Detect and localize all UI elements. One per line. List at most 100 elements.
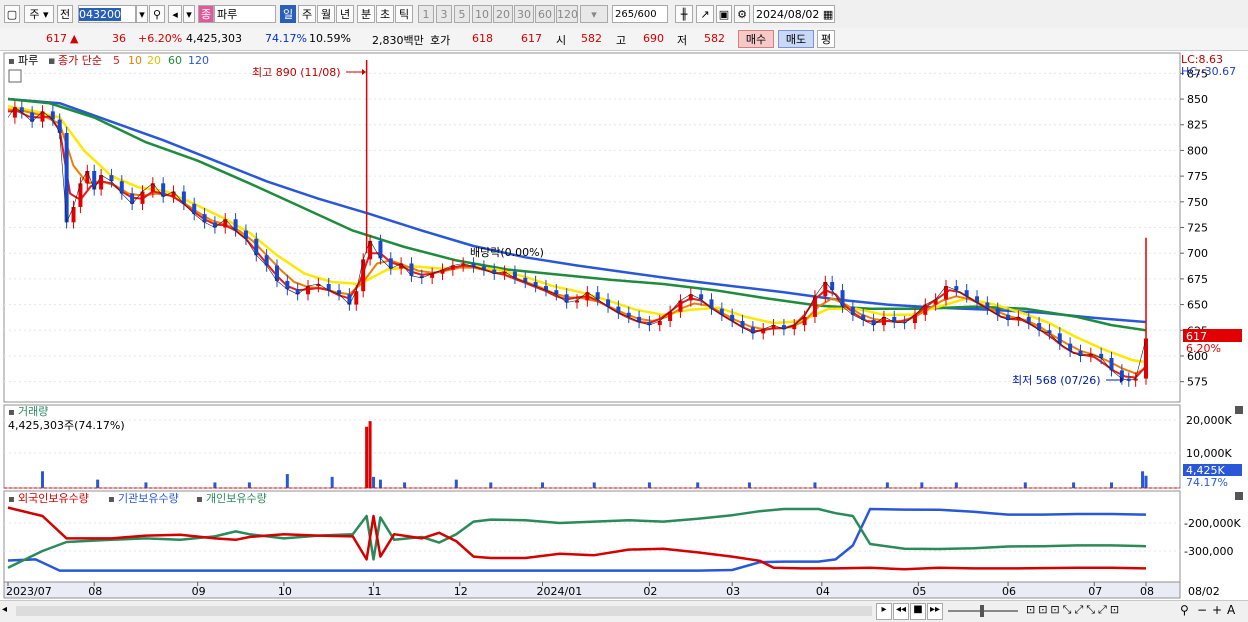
count-value: 265	[615, 9, 635, 20]
chart-type-icon[interactable]: ╫	[675, 5, 693, 23]
gear-icon[interactable]: ⚙	[734, 5, 750, 23]
price-tick-label-825: 825	[1187, 119, 1208, 132]
price-tick-label-575: 575	[1187, 376, 1208, 389]
volume-close-icon[interactable]	[1235, 406, 1243, 414]
count-input[interactable]: 265/600	[612, 5, 668, 23]
period-week-button[interactable]: 주	[298, 5, 316, 23]
foreign-legend: 외국인보유수량	[18, 492, 89, 505]
stock-type-badge: 종	[198, 5, 214, 23]
x-tick-label-7: 02	[643, 585, 657, 598]
date-input[interactable]: 2024/08/02 ▦	[753, 5, 835, 23]
x-tick-label-6: 2024/01	[537, 585, 583, 598]
market-select[interactable]: 주 ▾	[24, 5, 54, 23]
interval-30-button[interactable]: 30	[514, 5, 534, 23]
draw-tool-icon[interactable]: ↗	[696, 5, 714, 23]
scroll-right-icon[interactable]: ▸	[876, 603, 892, 620]
volume-value-label: 4,425,303주(74.17%)	[8, 419, 125, 432]
interval-5-button[interactable]: 5	[454, 5, 470, 23]
volume-bar	[1023, 482, 1027, 488]
period-minute-button[interactable]: 분	[357, 5, 375, 23]
volume-bar	[213, 482, 217, 488]
low-label: 저	[677, 34, 688, 47]
price-name-tag: 파루	[18, 54, 38, 67]
prev-button[interactable]: 전	[57, 5, 73, 23]
legend-dot-icon: ▪	[196, 494, 203, 505]
period-tick-button[interactable]: 틱	[395, 5, 413, 23]
interval-10-button[interactable]: 10	[472, 5, 492, 23]
stop-icon[interactable]: ■	[910, 603, 926, 620]
volume-bar	[592, 482, 596, 488]
holdings-close-icon[interactable]	[1235, 492, 1243, 500]
eval-button[interactable]: 평	[817, 30, 835, 48]
open-label: 시	[556, 34, 567, 47]
x-tick-label-1: 08	[88, 585, 102, 598]
price-candle-body	[99, 175, 104, 190]
high-price: 690	[643, 32, 664, 45]
period-month-button[interactable]: 월	[317, 5, 335, 23]
x-tick-label-13: 08	[1140, 585, 1154, 598]
volume-bar	[368, 421, 372, 488]
legend-dot-icon: ▪	[108, 494, 115, 505]
high-label: 고	[616, 34, 627, 47]
zoom-slider-handle[interactable]	[980, 605, 984, 617]
period-day-button[interactable]: 일	[280, 5, 296, 23]
scroll-left-icon[interactable]: ◂	[2, 604, 14, 618]
open-price: 582	[581, 32, 602, 45]
holdings-tick-label: -200,000K	[1184, 517, 1241, 530]
rewind-icon[interactable]: ◂◂	[893, 603, 909, 620]
period-year-button[interactable]: 년	[336, 5, 354, 23]
ma10-legend: 10	[128, 54, 142, 67]
x-tick-label-2: 09	[192, 585, 206, 598]
search-icon[interactable]: ⚲	[149, 5, 165, 23]
interval-60-button[interactable]: 60	[535, 5, 555, 23]
speaker-icon[interactable]: ◂	[168, 5, 182, 23]
holdings-toggle-icon[interactable]: ▪	[8, 494, 15, 505]
period-second-button[interactable]: 초	[376, 5, 394, 23]
bottom-scrollbar[interactable]: ◂ ▸ ◂◂ ■ ▸▸ ⊡⊡⊡⤡⤢⤡⤢⊡ ⚲ − + A	[0, 600, 1248, 622]
bid-price: 617	[521, 32, 542, 45]
price-candle-body	[12, 107, 17, 118]
speaker-dropdown-icon[interactable]: ▾	[183, 5, 195, 23]
volume-bar	[403, 482, 407, 488]
interval-3-button[interactable]: 3	[436, 5, 452, 23]
holdings-tick-label: -300,000	[1184, 545, 1233, 558]
interval-120-button[interactable]: 120	[556, 5, 578, 23]
zoom-out-icon[interactable]: −	[1197, 603, 1207, 617]
table-view-icon[interactable]	[8, 69, 22, 83]
stock-name-field[interactable]: 파루	[214, 5, 276, 23]
ask-price: 618	[472, 32, 493, 45]
volume-bar	[647, 482, 651, 488]
code-dropdown-icon[interactable]: ▾	[136, 5, 148, 23]
x-right-label: 08/02	[1188, 585, 1220, 598]
zoom-search-icon[interactable]: ⚲	[1180, 603, 1189, 617]
calendar-icon[interactable]: ▦	[823, 8, 833, 21]
chart-area: 8758508258007757507257006756506256005752…	[0, 50, 1248, 621]
scroll-track[interactable]	[16, 606, 872, 616]
hoga-label: 호가	[430, 34, 451, 47]
price-tick-label-650: 650	[1187, 299, 1208, 312]
sell-button[interactable]: 매도	[778, 30, 814, 48]
interval-custom-select[interactable]: ▾	[580, 5, 608, 23]
volume-bar	[489, 482, 493, 488]
auto-scale-icon[interactable]: A	[1227, 603, 1235, 617]
volume-toggle-icon[interactable]: ▪	[8, 407, 15, 418]
volume-bar	[1110, 482, 1114, 488]
buy-button[interactable]: 매수	[738, 30, 774, 48]
volume-bar	[747, 482, 751, 488]
zoom-in-icon[interactable]: +	[1212, 603, 1222, 617]
price-tick-label-750: 750	[1187, 196, 1208, 209]
panel-toggle-icon[interactable]: ▪	[8, 56, 15, 67]
interval-1-button[interactable]: 1	[418, 5, 434, 23]
x-tick-label-9: 04	[816, 585, 830, 598]
price-tick-label-775: 775	[1187, 170, 1208, 183]
trade-value: 2,830백만	[372, 34, 424, 47]
volume-bar	[920, 482, 924, 488]
drawing-tools-icon[interactable]: ⊡⊡⊡⤡⤢⤡⤢⊡	[1026, 603, 1122, 617]
save-icon[interactable]: ▣	[716, 5, 732, 23]
stock-chart-svg[interactable]: 8758508258007757507257006756506256005752…	[0, 50, 1248, 600]
fast-forward-icon[interactable]: ▸▸	[927, 603, 943, 620]
interval-20-button[interactable]: 20	[493, 5, 513, 23]
stock-code-input[interactable]: 043200	[78, 5, 136, 23]
volume-bar	[365, 426, 369, 488]
window-menu-icon[interactable]: ▢	[4, 5, 20, 23]
